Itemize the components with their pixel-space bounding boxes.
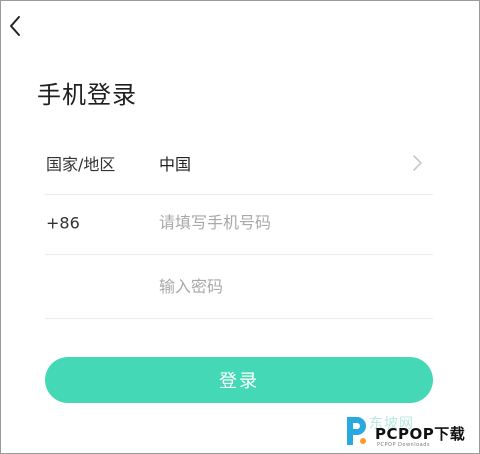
login-button[interactable]: 登录: [45, 357, 433, 403]
password-row: [45, 255, 433, 319]
watermark: 东坡网 PCPOP下载 PCPOP Downloads: [339, 411, 479, 453]
pcpop-logo-icon: [347, 417, 366, 445]
phone-input[interactable]: [159, 208, 419, 237]
region-selector[interactable]: 国家/地区 中国: [45, 131, 433, 195]
country-code: +86: [46, 213, 80, 232]
app-screen: 手机登录 国家/地区 中国 +86 登录 东坡网 PCPOP下载 PCPOP D…: [0, 0, 480, 454]
phone-row: +86: [45, 191, 433, 255]
chevron-right-icon: [413, 154, 422, 171]
watermark-title: PCPOP下载: [375, 425, 466, 443]
back-button[interactable]: [5, 13, 25, 39]
password-input[interactable]: [159, 272, 419, 301]
chevron-left-icon: [10, 16, 20, 36]
region-label: 国家/地区: [46, 154, 116, 174]
region-value: 中国: [159, 154, 192, 174]
watermark-subtitle: PCPOP Downloads: [377, 442, 431, 448]
page-title: 手机登录: [37, 81, 137, 109]
